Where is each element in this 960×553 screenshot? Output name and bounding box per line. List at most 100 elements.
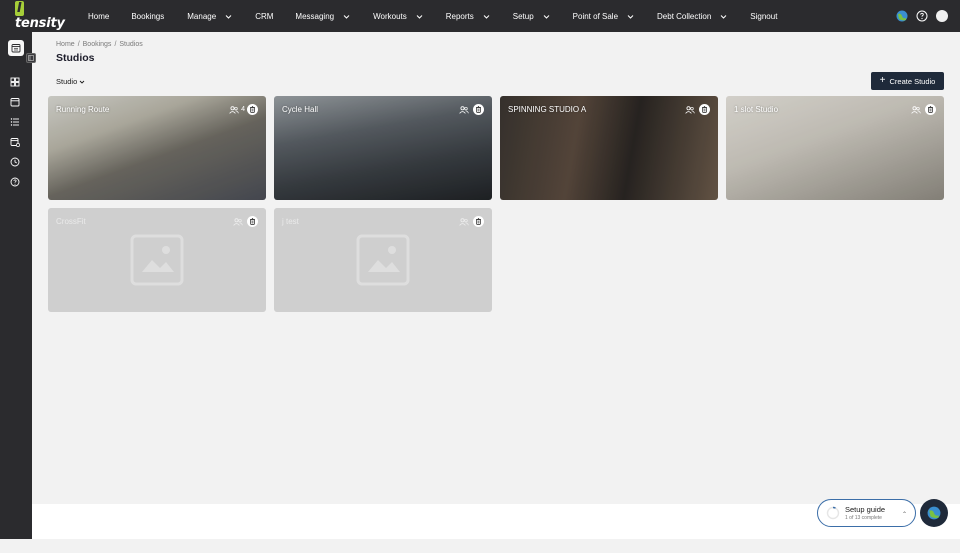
- nav-item-crm[interactable]: CRM: [255, 0, 273, 32]
- page-title: Studios: [56, 52, 95, 64]
- help-icon[interactable]: [916, 10, 928, 22]
- trash-icon: [702, 106, 707, 113]
- image-placeholder-icon: [356, 234, 410, 286]
- chevron-down-icon: [343, 14, 350, 19]
- list-icon[interactable]: [10, 117, 20, 127]
- nav-item-bookings[interactable]: Bookings: [131, 0, 164, 32]
- studio-card[interactable]: 1 slot Studio: [726, 96, 944, 200]
- chevron-up-icon: ⌃: [901, 512, 907, 518]
- users-icon[interactable]: [229, 105, 239, 114]
- delete-studio-button[interactable]: [925, 104, 936, 115]
- chevron-down-icon: [543, 14, 550, 19]
- chevron-down-icon: [79, 80, 85, 84]
- trash-icon: [928, 106, 933, 113]
- users-icon[interactable]: [685, 105, 695, 114]
- studio-name: Running Route: [56, 105, 110, 114]
- delete-studio-button[interactable]: [473, 216, 484, 227]
- globe-icon: [927, 506, 941, 520]
- nav-item-debt-collection[interactable]: Debt Collection: [657, 0, 727, 32]
- studio-name: CrossFit: [56, 217, 86, 226]
- setup-guide-progress: 1 of 13 complete: [845, 515, 882, 521]
- studio-card-actions: [233, 216, 258, 227]
- chevron-down-icon: [627, 14, 634, 19]
- sidebar-collapse-toggle[interactable]: [26, 53, 36, 63]
- trash-icon: [476, 106, 481, 113]
- dashboard-icon[interactable]: [10, 77, 20, 87]
- assistant-button[interactable]: [920, 499, 948, 527]
- nav-item-messaging[interactable]: Messaging: [295, 0, 350, 32]
- delete-studio-button[interactable]: [699, 104, 710, 115]
- nav-item-label: Setup: [512, 11, 534, 21]
- nav-item-label: Signout: [750, 11, 778, 21]
- breadcrumb-bookings[interactable]: Bookings: [83, 41, 112, 48]
- trash-icon: [250, 106, 255, 113]
- user-avatar[interactable]: [936, 10, 948, 22]
- users-icon[interactable]: [911, 105, 921, 114]
- users-icon[interactable]: [459, 217, 469, 226]
- calendar-check-icon[interactable]: [10, 137, 20, 147]
- breadcrumb-current: Studios: [119, 41, 143, 48]
- logo-text: Itensity: [15, 1, 65, 31]
- nav-item-workouts[interactable]: Workouts: [373, 0, 423, 32]
- nav-item-signout[interactable]: Signout: [750, 0, 777, 32]
- studio-card-actions: [911, 104, 936, 115]
- breadcrumb: Home / Bookings / Studios: [56, 41, 143, 48]
- create-studio-button[interactable]: + Create Studio: [871, 72, 944, 90]
- nav-item-label: Point of Sale: [572, 11, 619, 21]
- calendar-list-icon: [11, 44, 21, 53]
- nav-item-manage[interactable]: Manage: [187, 0, 232, 32]
- progress-ring-icon: [826, 506, 840, 520]
- studio-filter-dropdown[interactable]: Studio: [56, 77, 85, 86]
- trash-icon: [476, 218, 481, 225]
- chevron-down-icon: [225, 14, 232, 19]
- studio-card[interactable]: Running Route 4: [48, 96, 266, 200]
- studio-card-actions: [685, 104, 710, 115]
- users-icon[interactable]: [459, 105, 469, 114]
- studio-card[interactable]: Cycle Hall: [274, 96, 492, 200]
- studio-card[interactable]: j test: [274, 208, 492, 312]
- studio-name: j test: [282, 217, 299, 226]
- nav-item-point-of-sale[interactable]: Point of Sale: [573, 0, 634, 32]
- studio-card-actions: [459, 104, 484, 115]
- breadcrumb-separator: /: [77, 41, 80, 48]
- image-placeholder-icon: [130, 234, 184, 286]
- setup-guide-widget[interactable]: Setup guide 1 of 13 complete ⌃: [817, 499, 916, 527]
- studio-card-actions: [459, 216, 484, 227]
- chevron-down-icon: [720, 14, 727, 19]
- studio-card[interactable]: SPINNING STUDIO A: [500, 96, 718, 200]
- nav-item-home[interactable]: Home: [88, 0, 109, 32]
- clock-icon[interactable]: [10, 157, 20, 167]
- studio-card[interactable]: CrossFit: [48, 208, 266, 312]
- nav-item-label: Reports: [445, 11, 474, 21]
- nav-item-label: Workouts: [373, 11, 407, 21]
- main-nav: Home Bookings Manage CRM Messaging Workouts Re…: [88, 0, 777, 32]
- nav-item-label: Home: [88, 11, 110, 21]
- studio-card-actions: 4: [229, 104, 258, 115]
- studio-name: 1 slot Studio: [734, 105, 779, 114]
- globe-icon[interactable]: [896, 10, 908, 22]
- delete-studio-button[interactable]: [247, 104, 258, 115]
- breadcrumb-home[interactable]: Home: [56, 41, 75, 48]
- delete-studio-button[interactable]: [473, 104, 484, 115]
- delete-studio-button[interactable]: [247, 216, 258, 227]
- logo[interactable]: Itensity: [15, 1, 71, 31]
- sidebar-item-bookings[interactable]: [8, 40, 24, 56]
- nav-item-reports[interactable]: Reports: [446, 0, 490, 32]
- navbar-right: [896, 0, 948, 32]
- users-icon[interactable]: [233, 217, 243, 226]
- setup-guide-title: Setup guide: [845, 505, 886, 514]
- nav-item-label: Debt Collection: [657, 11, 712, 21]
- studio-name: SPINNING STUDIO A: [508, 105, 587, 114]
- calendar-icon[interactable]: [10, 97, 20, 107]
- trash-icon: [250, 218, 255, 225]
- nav-item-label: CRM: [255, 11, 274, 21]
- nav-item-label: Bookings: [131, 11, 165, 21]
- chevron-down-icon: [416, 14, 423, 19]
- studio-capacity: 4: [241, 106, 245, 113]
- sidebar: [0, 32, 36, 539]
- help-circle-icon[interactable]: [10, 177, 20, 187]
- studio-filter-label: Studio: [56, 77, 78, 86]
- nav-item-setup[interactable]: Setup: [513, 0, 550, 32]
- breadcrumb-separator: /: [114, 41, 117, 48]
- nav-item-label: Messaging: [295, 11, 335, 21]
